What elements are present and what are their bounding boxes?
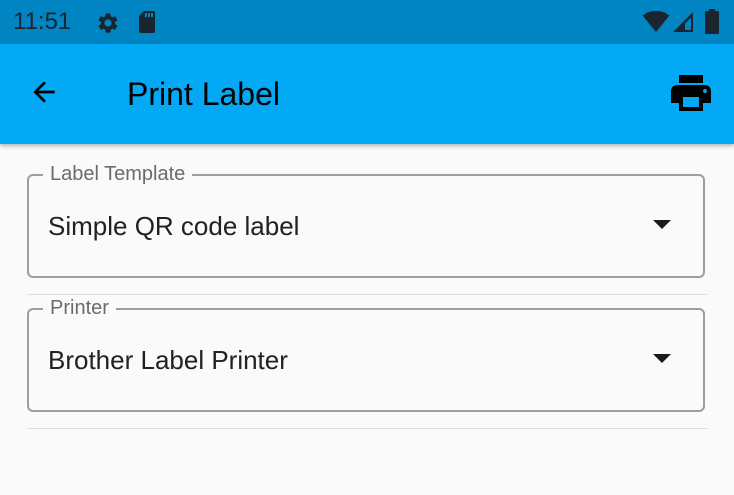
status-bar: 11:51 [0, 0, 734, 44]
sd-card-icon [136, 10, 158, 39]
app-bar: Print Label [0, 44, 734, 144]
printer-dropdown[interactable]: Printer Brother Label Printer [27, 295, 705, 412]
gear-icon [96, 11, 120, 40]
label-template-dropdown[interactable]: Label Template Simple QR code label [27, 161, 705, 278]
wifi-icon [642, 10, 670, 39]
divider [27, 428, 707, 429]
page-title: Print Label [127, 76, 280, 112]
label-template-value: Simple QR code label [48, 211, 300, 241]
printer-value: Brother Label Printer [48, 345, 288, 375]
dropdown-arrow-icon [653, 220, 671, 229]
dropdown-arrow-icon [653, 354, 671, 363]
divider [27, 294, 707, 295]
print-button[interactable] [664, 68, 718, 122]
label-template-field-label: Label Template [43, 161, 193, 187]
printer-field-label: Printer [43, 295, 116, 321]
status-time: 11:51 [13, 8, 72, 35]
signal-icon [671, 10, 695, 39]
back-button[interactable] [22, 72, 66, 116]
printer-icon [667, 69, 715, 122]
battery-icon [704, 9, 720, 40]
arrow-left-icon [28, 76, 60, 113]
